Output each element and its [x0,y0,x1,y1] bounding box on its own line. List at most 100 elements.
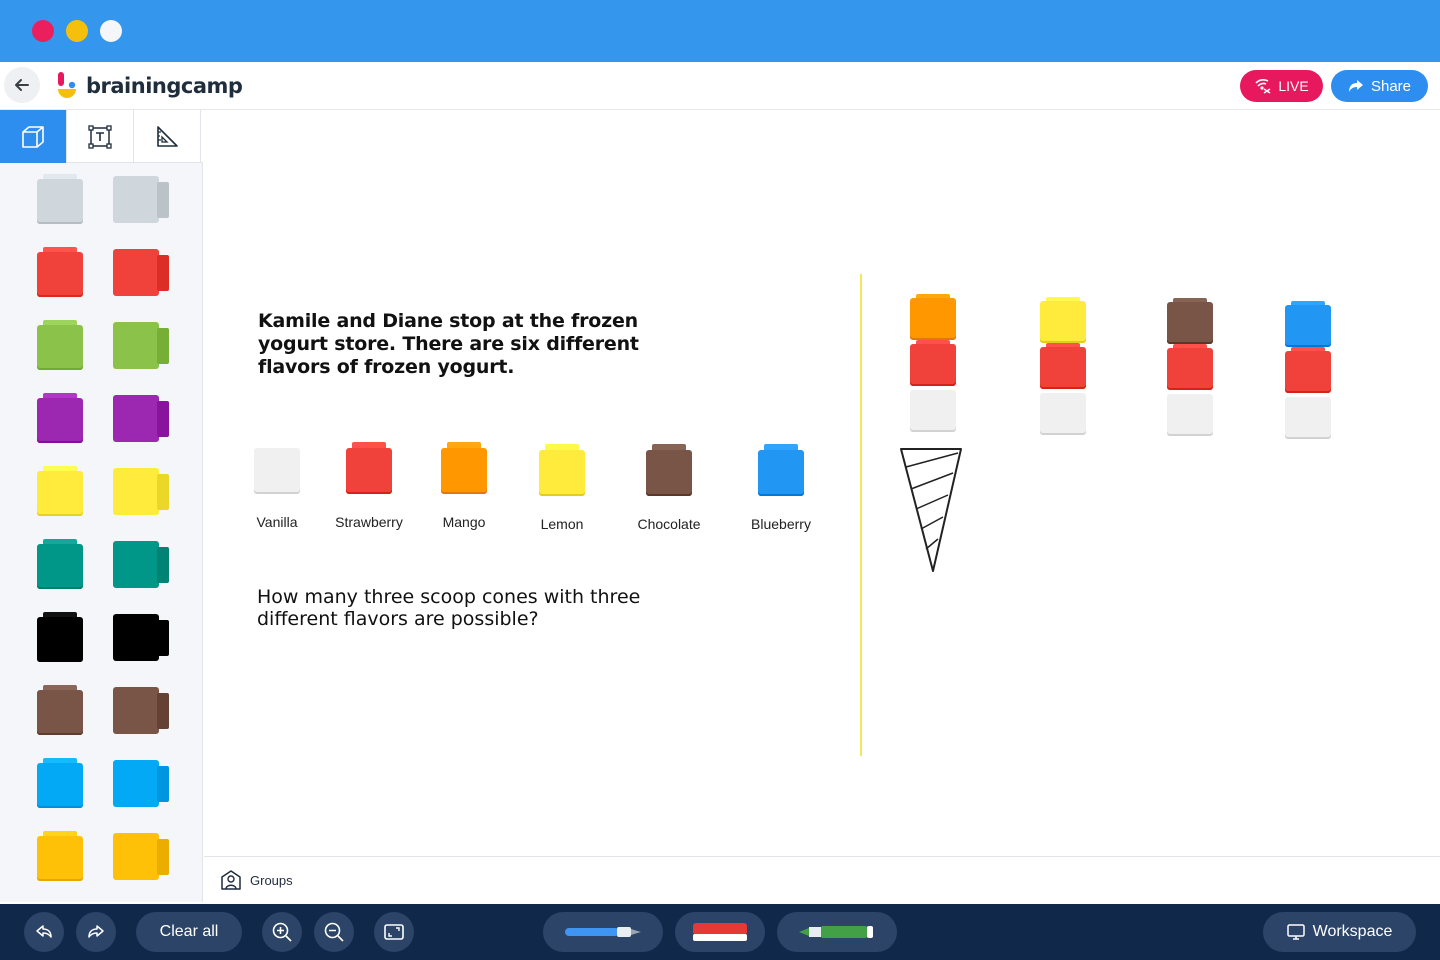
marker-icon [799,926,873,938]
share-button[interactable]: Share [1331,70,1428,102]
cube-side-swatch[interactable] [113,249,169,297]
arrow-left-icon [15,79,29,91]
flavor-item[interactable]: Mango [427,442,501,530]
cube-body [254,448,300,494]
cube-knob [157,255,169,291]
cube-side-swatch[interactable] [113,614,169,662]
cube-knob [157,620,169,656]
flavor-item[interactable]: Strawberry [332,442,406,530]
sidebar-tabs [0,110,203,163]
cube-front-swatch[interactable] [37,320,83,370]
cube-body [1285,305,1331,347]
live-button[interactable]: LIVE [1240,70,1323,102]
workspace-button[interactable]: Workspace [1263,912,1416,952]
cube-knob [157,474,169,510]
zoom-in-button[interactable] [262,912,302,952]
flavor-item[interactable]: Vanilla [240,442,314,530]
palette-row [0,820,203,893]
divider-line[interactable] [860,274,862,756]
cube-front-swatch[interactable] [37,539,83,589]
minimize-window-button[interactable] [66,20,88,42]
cube-body [37,763,83,808]
cube-stack[interactable] [1167,298,1213,438]
app-window: brainingcamp LIVE Share Kamile and Diane… [0,0,1440,960]
palette-row [0,528,203,601]
flavor-label: Strawberry [335,514,403,530]
flavor-label: Lemon [540,516,584,532]
scoop-cube [1167,390,1213,436]
eraser-tool-button[interactable] [675,912,765,952]
tab-cubes[interactable] [0,110,67,163]
cube-knob [157,328,169,364]
palette-row [0,309,203,382]
undo-button[interactable] [24,912,64,952]
maximize-window-button[interactable] [100,20,122,42]
scoop-cube [1040,343,1086,389]
groups-bar[interactable]: Groups [204,856,1440,902]
flavor-item[interactable]: Chocolate [632,444,706,532]
highlighter-tool-button[interactable] [777,912,897,952]
cube-body [1040,347,1086,389]
tab-measure[interactable] [134,110,201,163]
fit-screen-button[interactable] [374,912,414,952]
flavor-cube [758,444,804,498]
cube-side-swatch[interactable] [113,541,169,589]
cube-front-swatch[interactable] [37,758,83,808]
cube-stack[interactable] [1040,297,1086,437]
bottom-toolbar: Clear all Workspace [0,904,1440,960]
palette-row [0,455,203,528]
zoom-in-icon [272,922,292,942]
cube-side-swatch[interactable] [113,176,169,224]
cube-front-swatch[interactable] [37,831,83,881]
cone-drawing[interactable] [898,445,966,575]
cube-knob [157,839,169,875]
flavor-item[interactable]: Blueberry [744,444,818,532]
cube-body [441,448,487,494]
groups-label: Groups [250,873,293,888]
cube-front-swatch[interactable] [37,174,83,224]
redo-button[interactable] [76,912,116,952]
cube-body [113,249,159,296]
flavor-item[interactable]: Lemon [525,444,599,532]
cube-side-swatch[interactable] [113,322,169,370]
cube-side-swatch[interactable] [113,395,169,443]
palette-row [0,747,203,820]
cube-body [37,836,83,881]
clear-all-button[interactable]: Clear all [136,912,242,952]
flavor-label: Blueberry [751,516,811,532]
cube-side-swatch[interactable] [113,468,169,516]
cube-body [1167,302,1213,344]
brand-logo[interactable]: brainingcamp [56,70,243,102]
scoop-cube [1040,297,1086,343]
cube-front-swatch[interactable] [37,466,83,516]
palette-row [0,236,203,309]
cube-front-swatch[interactable] [37,685,83,735]
cube-body [37,617,83,662]
tab-text[interactable] [67,110,134,163]
back-button[interactable] [4,67,40,103]
cube-front-swatch[interactable] [37,247,83,297]
cube-body [1040,301,1086,343]
cube-front-swatch[interactable] [37,393,83,443]
cube-front-swatch[interactable] [37,612,83,662]
cube-body [37,471,83,516]
palette-row [0,674,203,747]
cube-body [113,176,159,223]
cube-side-swatch[interactable] [113,687,169,735]
pen-tool-button[interactable] [543,912,663,952]
scoop-cube [910,294,956,340]
cube-stack[interactable] [1285,301,1331,441]
cube-side-swatch[interactable] [113,833,169,881]
cube-side-swatch[interactable] [113,760,169,808]
logo-text: brainingcamp [86,74,243,98]
question-text: Kamile and Diane stop at the frozen yogu… [258,310,639,378]
close-window-button[interactable] [32,20,54,42]
scoop-cube [1167,344,1213,390]
cube-stack[interactable] [910,294,956,434]
scoop-cube [1285,301,1331,347]
cube-body [113,833,159,880]
cube-body [346,448,392,494]
logo-icon [58,72,76,98]
title-bar [0,0,1440,62]
zoom-out-button[interactable] [314,912,354,952]
